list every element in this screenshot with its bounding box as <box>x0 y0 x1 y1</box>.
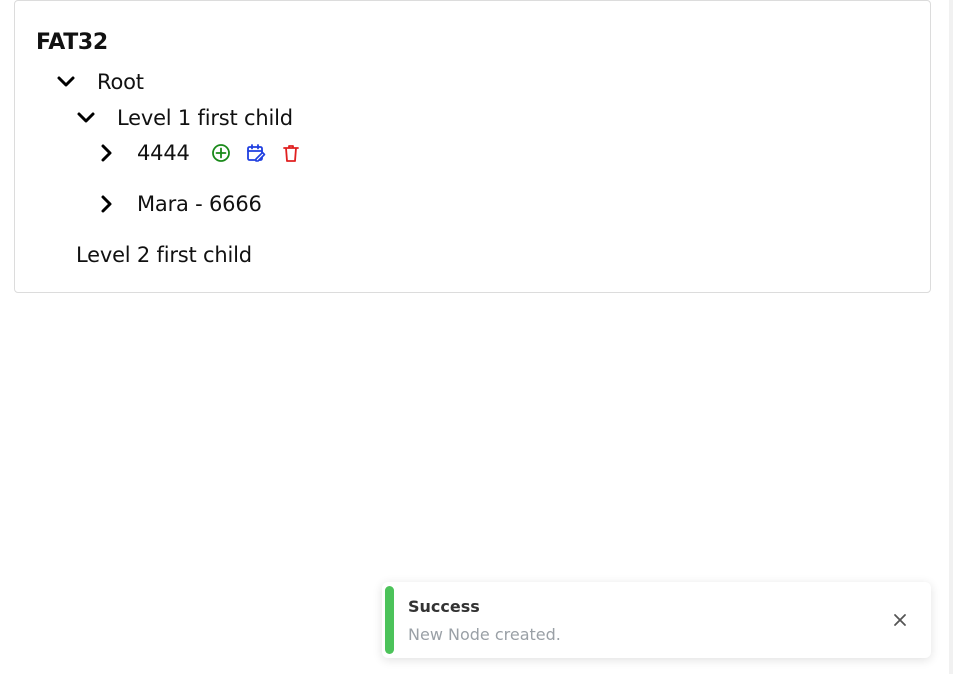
success-toast: Success New Node created. <box>382 582 931 658</box>
tree-title: FAT32 <box>36 30 108 55</box>
tree-node-label: Root <box>97 70 144 94</box>
tree-node-4444[interactable]: 4444 <box>95 139 302 167</box>
scrollbar-track[interactable] <box>949 0 953 674</box>
tree-node-root[interactable]: Root <box>55 68 144 96</box>
tree-node-level2[interactable]: Level 2 first child <box>76 241 252 269</box>
toast-status-bar <box>385 586 394 654</box>
chevron-right-icon[interactable] <box>95 142 117 164</box>
toast-title: Success <box>408 597 480 616</box>
node-actions <box>210 142 302 164</box>
trash-icon[interactable] <box>280 142 302 164</box>
chevron-right-icon[interactable] <box>95 193 117 215</box>
tree-card: FAT32 Root Level 1 first child 4444 Mara… <box>14 0 931 293</box>
chevron-down-icon[interactable] <box>75 107 97 129</box>
tree-node-label: Level 1 first child <box>117 106 293 130</box>
chevron-down-icon[interactable] <box>55 71 77 93</box>
calendar-edit-icon[interactable] <box>245 142 267 164</box>
tree-node-mara-6666[interactable]: Mara - 6666 <box>95 190 262 218</box>
tree-node-label: Mara - 6666 <box>137 192 262 216</box>
tree-node-level1[interactable]: Level 1 first child <box>75 104 293 132</box>
tree-node-label: 4444 <box>137 141 190 165</box>
page: FAT32 Root Level 1 first child 4444 Mara… <box>0 0 953 674</box>
toast-message: New Node created. <box>408 625 561 644</box>
close-icon[interactable] <box>889 609 911 631</box>
plus-circle-icon[interactable] <box>210 142 232 164</box>
tree-node-label: Level 2 first child <box>76 243 252 267</box>
